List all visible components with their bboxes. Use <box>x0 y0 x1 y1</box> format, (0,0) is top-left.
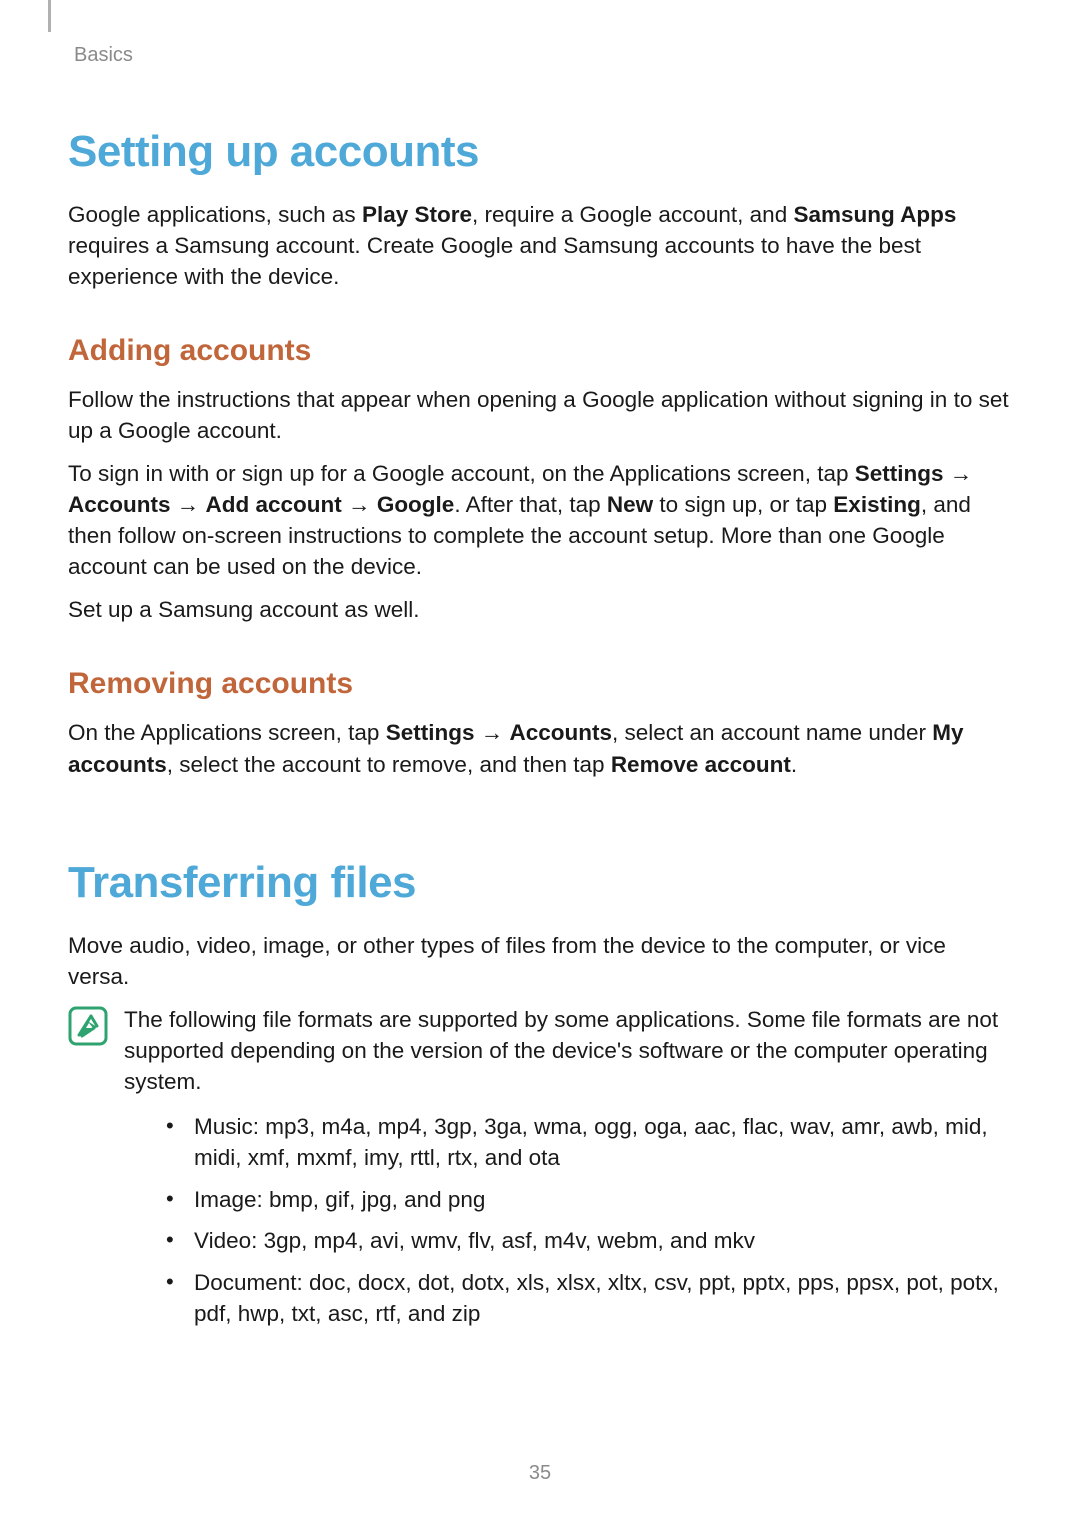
bold-new: New <box>607 492 653 517</box>
text-fragment: . <box>791 752 797 777</box>
text-fragment: , select an account name under <box>612 720 932 745</box>
text-fragment: , require a Google account, and <box>472 202 793 227</box>
text-fragment: to sign up, or tap <box>653 492 833 517</box>
header-tab-mark <box>48 0 51 32</box>
heading-transferring-files: Transferring files <box>68 858 1012 908</box>
text-fragment: . After that, tap <box>454 492 607 517</box>
bold-settings: Settings <box>386 720 475 745</box>
bold-accounts: Accounts <box>68 492 171 517</box>
bold-play-store: Play Store <box>362 202 472 227</box>
adding-paragraph-3: Set up a Samsung account as well. <box>68 594 1012 625</box>
page-content: Basics Setting up accounts Google applic… <box>0 0 1080 1380</box>
list-item: Document: doc, docx, dot, dotx, xls, xls… <box>166 1267 1012 1330</box>
arrow-icon: → <box>171 492 206 517</box>
text-fragment: To sign in with or sign up for a Google … <box>68 461 855 486</box>
arrow-icon: → <box>944 461 973 486</box>
transferring-intro: Move audio, video, image, or other types… <box>68 930 1012 992</box>
list-item: Image: bmp, gif, jpg, and png <box>166 1184 1012 1216</box>
note-icon <box>68 1006 108 1051</box>
heading-setting-up-accounts: Setting up accounts <box>68 127 1012 177</box>
text-fragment: , select the account to remove, and then… <box>167 752 611 777</box>
page-number: 35 <box>0 1462 1080 1485</box>
intro-paragraph: Google applications, such as Play Store,… <box>68 199 1012 292</box>
removing-paragraph: On the Applications screen, tap Settings… <box>68 717 1012 779</box>
list-item: Video: 3gp, mp4, avi, wmv, flv, asf, m4v… <box>166 1225 1012 1257</box>
text-fragment: requires a Samsung account. Create Googl… <box>68 233 921 289</box>
adding-paragraph-1: Follow the instructions that appear when… <box>68 384 1012 446</box>
arrow-icon: → <box>342 492 377 517</box>
header-section-label: Basics <box>74 44 1012 67</box>
note-content: The following file formats are supported… <box>124 1004 1012 1340</box>
text-fragment: On the Applications screen, tap <box>68 720 386 745</box>
adding-paragraph-2: To sign in with or sign up for a Google … <box>68 458 1012 582</box>
bold-settings: Settings <box>855 461 944 486</box>
bold-accounts: Accounts <box>509 720 612 745</box>
bold-google: Google <box>377 492 455 517</box>
bold-existing: Existing <box>833 492 921 517</box>
formats-list: Music: mp3, m4a, mp4, 3gp, 3ga, wma, ogg… <box>166 1111 1012 1330</box>
list-item: Music: mp3, m4a, mp4, 3gp, 3ga, wma, ogg… <box>166 1111 1012 1174</box>
text-fragment: Google applications, such as <box>68 202 362 227</box>
note-text: The following file formats are supported… <box>124 1004 1012 1097</box>
bold-remove-account: Remove account <box>611 752 791 777</box>
subheading-removing-accounts: Removing accounts <box>68 667 1012 701</box>
arrow-icon: → <box>474 720 509 745</box>
bold-samsung-apps: Samsung Apps <box>793 202 956 227</box>
bold-add-account: Add account <box>206 492 342 517</box>
note-block: The following file formats are supported… <box>68 1004 1012 1340</box>
subheading-adding-accounts: Adding accounts <box>68 334 1012 368</box>
